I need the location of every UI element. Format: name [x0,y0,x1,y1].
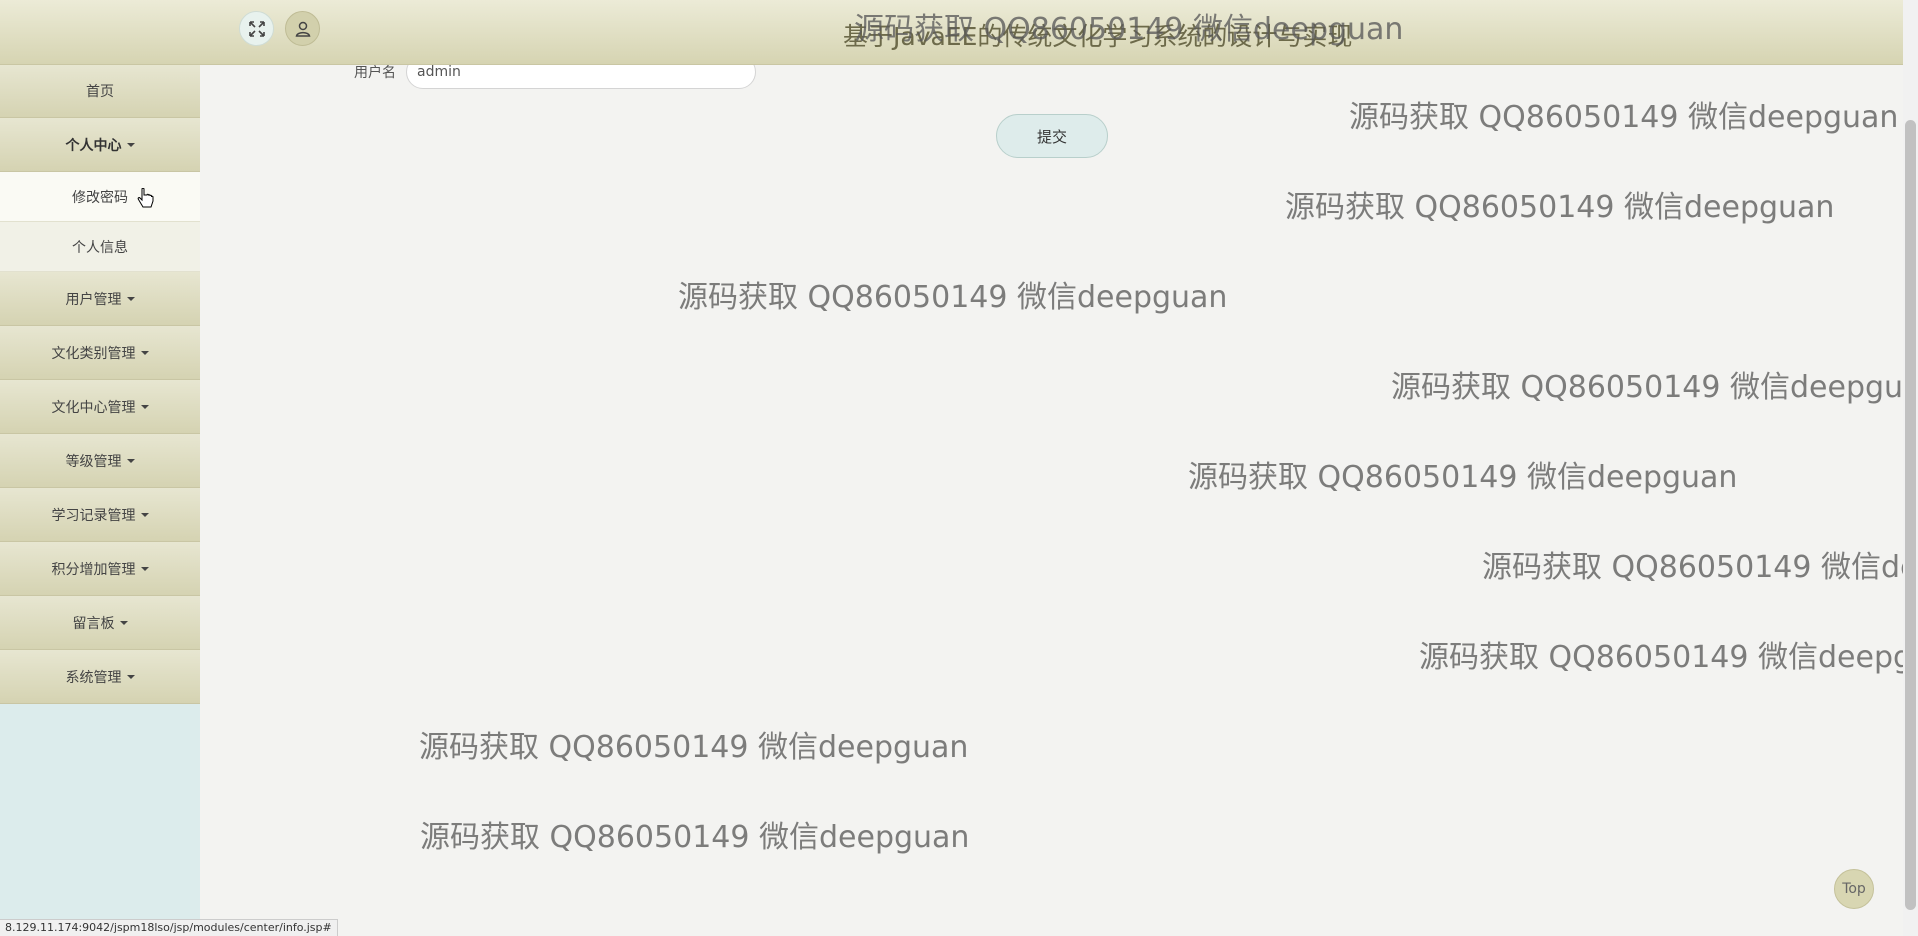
back-to-top-button[interactable]: Top [1834,869,1874,909]
caret-down-icon [140,350,149,355]
sidebar-subitem-label: 修改密码 [72,189,128,206]
sidebar-subitem-change-password[interactable]: 修改密码 [0,172,200,222]
submit-button[interactable]: 提交 [996,114,1108,158]
sidebar-item-level-management[interactable]: 等级管理 [0,434,200,488]
sidebar-item-label: 首页 [86,84,114,100]
sidebar-item-study-records[interactable]: 学习记录管理 [0,488,200,542]
caret-down-icon [140,404,149,409]
main-content: 用户名 提交 [200,55,1903,936]
top-header: 基于JavaEE的传统文化学习系统的设计与实现 [0,0,1903,65]
caret-down-icon [126,296,135,301]
sidebar-item-points[interactable]: 积分增加管理 [0,542,200,596]
caret-down-icon [126,142,135,147]
expand-icon[interactable] [239,11,274,46]
page-scrollbar[interactable] [1903,0,1918,936]
sidebar-item-personal-center[interactable]: 个人中心 [0,118,200,172]
sidebar-item-culture-category[interactable]: 文化类别管理 [0,326,200,380]
sidebar-subitem-label: 个人信息 [72,239,128,256]
sidebar-item-label: 个人中心 [65,137,122,154]
app-title: 基于JavaEE的传统文化学习系统的设计与实现 [843,22,1353,51]
hand-cursor-icon [137,188,154,208]
caret-down-icon [126,674,135,679]
sidebar: 首页 个人中心 修改密码 个人信息 用户管理 文化类别管理 文化中心管理 等级管… [0,65,200,936]
sidebar-item-system-management[interactable]: 系统管理 [0,650,200,704]
caret-down-icon [119,620,128,625]
sidebar-item-label: 留言板 [72,615,115,632]
sidebar-item-label: 文化类别管理 [51,345,136,362]
sidebar-item-label: 学习记录管理 [51,507,136,524]
caret-down-icon [126,458,135,463]
scrollbar-thumb[interactable] [1905,120,1916,910]
sidebar-item-home[interactable]: 首页 [0,65,200,118]
sidebar-item-message-board[interactable]: 留言板 [0,596,200,650]
sidebar-item-culture-center[interactable]: 文化中心管理 [0,380,200,434]
username-label: 用户名 [354,65,396,81]
sidebar-item-label: 文化中心管理 [51,399,136,416]
user-icon[interactable] [285,11,320,46]
sidebar-item-user-management[interactable]: 用户管理 [0,272,200,326]
status-bar-url: 8.129.11.174:9042/jspm18lso/jsp/modules/… [0,919,338,936]
sidebar-item-label: 等级管理 [65,453,122,470]
sidebar-item-label: 系统管理 [65,669,122,686]
sidebar-item-label: 用户管理 [65,291,122,308]
sidebar-item-label: 积分增加管理 [51,561,136,578]
sidebar-subitem-personal-info[interactable]: 个人信息 [0,222,200,272]
caret-down-icon [140,566,149,571]
caret-down-icon [140,512,149,517]
